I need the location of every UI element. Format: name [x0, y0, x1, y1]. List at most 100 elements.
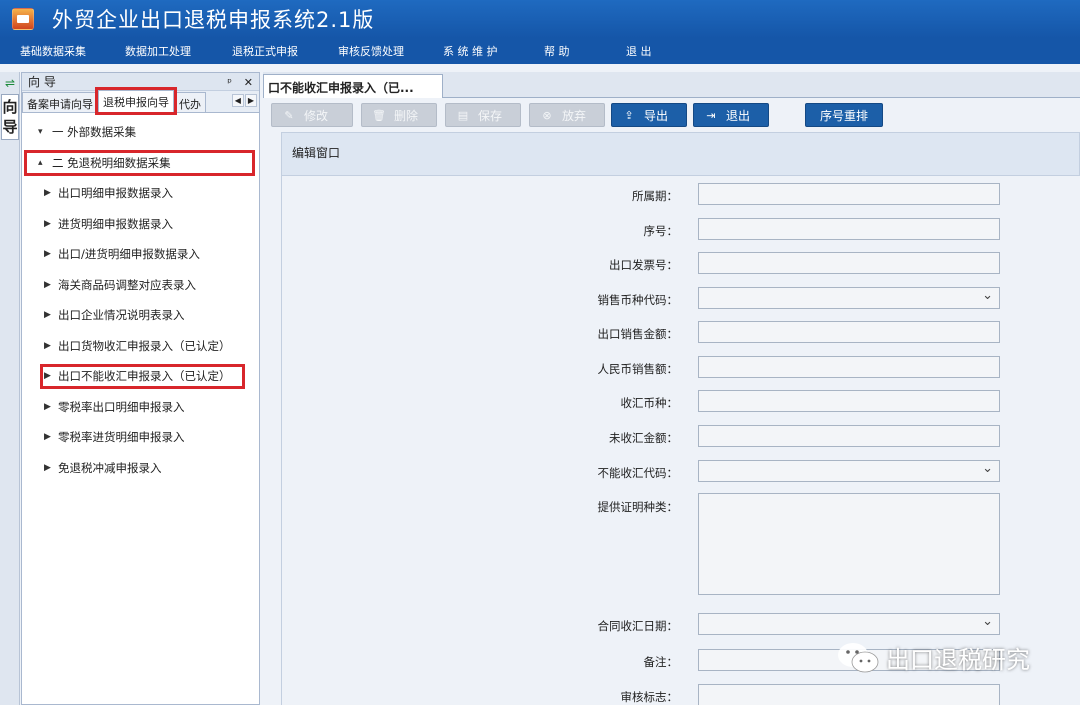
menu-help[interactable]: 帮 助: [544, 43, 570, 59]
label-remark: 备注：: [643, 655, 679, 669]
tree-item-refund-offset[interactable]: ▶ 免退税冲减申报录入: [22, 453, 259, 484]
edit-form: 所属期： 序号： 出口发票号： 销售币种代码： 出口销售金额： 人民币销售额： …: [281, 176, 1080, 705]
tree-node-exemption-data[interactable]: ▴ 二 免退税明细数据采集: [22, 148, 259, 179]
proof-type-textarea[interactable]: [698, 493, 1000, 595]
wechat-icon: [838, 642, 879, 672]
menu-data-processing[interactable]: 数据加工处理: [125, 43, 191, 59]
tree-item-label: 出口货物收汇申报录入（已认定）: [58, 338, 231, 353]
invoice-no-field[interactable]: [698, 252, 1000, 274]
tab-agent[interactable]: 代办: [174, 92, 206, 112]
label-audit-flag: 审核标志：: [620, 690, 679, 704]
tree-item-label: 进货明细申报数据录入: [58, 216, 173, 231]
export-label: 导出: [644, 108, 669, 123]
tree-item-customs-code-mapping[interactable]: ▶ 海关商品码调整对应表录入: [22, 270, 259, 301]
currency-code-select[interactable]: [698, 287, 1000, 309]
tree-node-external-data[interactable]: ▾ 一 外部数据采集: [22, 117, 259, 148]
tree-item-label: 出口企业情况说明表录入: [58, 308, 185, 323]
tab-scroll-left-icon[interactable]: ◀: [231, 94, 244, 107]
exit-label: 退出: [726, 108, 751, 123]
tree-item-enterprise-statement[interactable]: ▶ 出口企业情况说明表录入: [22, 300, 259, 331]
reorder-button[interactable]: 序号重排: [805, 103, 883, 127]
document-tab-strip: 口不能收汇申报录入（已...: [263, 72, 1080, 98]
tree-item-purchase-detail[interactable]: ▶ 进货明细申报数据录入: [22, 209, 259, 240]
tree-item-zero-rate-export[interactable]: ▶ 零税率出口明细申报录入: [22, 392, 259, 423]
tree-item-label: 出口/进货明细申报数据录入: [58, 247, 200, 262]
export-icon: ⇪: [624, 108, 634, 122]
rmb-amount-field[interactable]: [698, 356, 1000, 378]
save-button[interactable]: ▤ 保存: [445, 103, 521, 127]
receipt-currency-field[interactable]: [698, 390, 1000, 412]
triangle-right-icon: ▶: [44, 432, 51, 443]
tree-item-export-non-receipt[interactable]: ▶ 出口不能收汇申报录入（已认定）: [22, 361, 259, 392]
watermark-text: 出口退税研究: [886, 646, 1030, 674]
tab-scroll-right-icon[interactable]: ▶: [244, 94, 257, 107]
tree-item-zero-rate-purchase[interactable]: ▶ 零税率进货明细申报录入: [22, 422, 259, 453]
menu-basic-data[interactable]: 基础数据采集: [20, 43, 86, 59]
guide-tabs: 备案申请向导 退税申报向导 代办 ◀ ▶: [22, 87, 259, 115]
tree-item-label: 出口明细申报数据录入: [58, 186, 173, 201]
delete-button[interactable]: 🗑 删除: [361, 103, 437, 127]
abandon-button[interactable]: ⊗ 放弃: [529, 103, 605, 127]
menu-formal-declaration[interactable]: 退税正式申报: [232, 43, 298, 59]
tree-item-label: 免退税冲减申报录入: [58, 460, 162, 475]
reorder-label: 序号重排: [819, 108, 868, 123]
tree-item-export-detail[interactable]: ▶ 出口明细申报数据录入: [22, 178, 259, 209]
tree-node-label: 二 免退税明细数据采集: [52, 155, 171, 170]
triangle-right-icon: ▶: [44, 310, 51, 321]
label-period: 所属期：: [632, 189, 678, 203]
label-unreceived-amount: 未收汇金额：: [609, 431, 678, 445]
label-currency-code: 销售币种代码：: [597, 293, 679, 307]
audit-flag-field[interactable]: [698, 684, 1000, 705]
triangle-right-icon: ▶: [44, 340, 51, 351]
side-tab-guide[interactable]: 向 导: [1, 94, 19, 140]
label-export-amount: 出口销售金额：: [597, 327, 679, 341]
tree-item-export-purchase-detail[interactable]: ▶ 出口/进货明细申报数据录入: [22, 239, 259, 270]
watermark: 出口退税研究: [836, 640, 1030, 675]
edit-window-header: 编辑窗口: [281, 132, 1080, 176]
app-title: 外贸企业出口退税申报系统2.1版: [52, 8, 375, 32]
save-icon: ▤: [457, 108, 469, 122]
side-strip: ⇌ 向 导: [0, 72, 20, 705]
tab-scroll-controls: ◀ ▶: [231, 94, 257, 107]
non-receipt-code-select[interactable]: [698, 460, 1000, 482]
triangle-right-icon: ▶: [44, 371, 51, 382]
export-button[interactable]: ⇪ 导出: [611, 103, 687, 127]
exit-icon: ⇥: [706, 108, 716, 122]
guide-panel: 向 导 ᵖ ✕ 备案申请向导 退税申报向导 代办 ◀ ▶ ▾ 一 外部数据采集 …: [21, 72, 260, 705]
label-non-receipt-code: 不能收汇代码：: [597, 466, 679, 480]
save-label: 保存: [478, 108, 503, 123]
tab-non-receipt-entry[interactable]: 口不能收汇申报录入（已...: [263, 74, 443, 98]
period-field[interactable]: [698, 183, 1000, 205]
guide-panel-title: 向 导: [28, 75, 56, 89]
pin-panel-icon[interactable]: ᵖ: [227, 76, 232, 89]
menu-system-maintenance[interactable]: 系 统 维 护: [443, 43, 498, 59]
tab-record-guide[interactable]: 备案申请向导: [22, 92, 98, 112]
tree-item-label: 零税率进货明细申报录入: [58, 430, 185, 445]
modify-button[interactable]: ✎ 修改: [271, 103, 353, 127]
tree-item-export-receipt[interactable]: ▶ 出口货物收汇申报录入（已认定）: [22, 331, 259, 362]
title-bar: 外贸企业出口退税申报系统2.1版: [0, 0, 1080, 38]
app-icon: [12, 8, 34, 30]
unreceived-amount-field[interactable]: [698, 425, 1000, 447]
exit-button[interactable]: ⇥ 退出: [693, 103, 769, 127]
label-serial: 序号：: [643, 224, 679, 238]
menu-exit[interactable]: 退 出: [626, 43, 652, 59]
trash-icon: 🗑: [372, 108, 386, 122]
tab-refund-guide[interactable]: 退税申报向导: [95, 87, 177, 115]
side-tab-char-1: 向: [2, 98, 18, 116]
delete-label: 删除: [394, 108, 419, 123]
abandon-label: 放弃: [562, 108, 587, 123]
menu-audit-feedback[interactable]: 审核反馈处理: [338, 43, 404, 59]
triangle-right-icon: ▶: [44, 249, 51, 260]
pin-icon[interactable]: ⇌: [3, 76, 17, 90]
guide-panel-header: 向 导 ᵖ ✕: [22, 73, 259, 91]
export-amount-field[interactable]: [698, 321, 1000, 343]
collapse-icon[interactable]: ▾: [38, 127, 52, 137]
toolbar: ✎ 修改 🗑 删除 ▤ 保存 ⊗ 放弃 ⇪ 导出 ⇥ 退出 序号重排: [271, 103, 1071, 127]
close-panel-icon[interactable]: ✕: [244, 76, 253, 89]
triangle-right-icon: ▶: [44, 218, 51, 229]
serial-field[interactable]: [698, 218, 1000, 240]
expand-icon[interactable]: ▴: [38, 158, 52, 168]
label-rmb-amount: 人民币销售额：: [597, 362, 679, 376]
contract-date-select[interactable]: [698, 613, 1000, 635]
